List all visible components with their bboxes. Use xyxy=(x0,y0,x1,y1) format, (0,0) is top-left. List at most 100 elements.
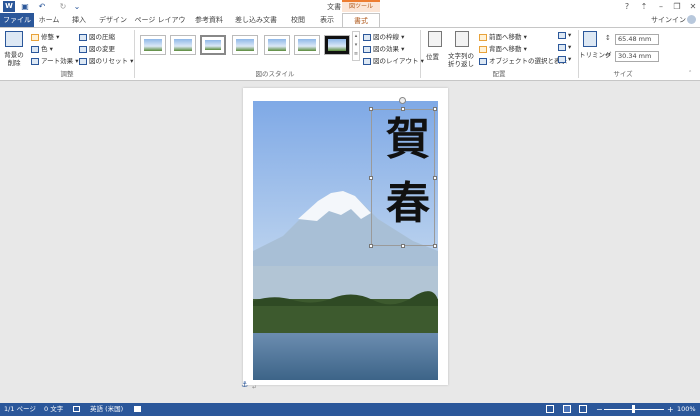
align-button[interactable]: ▾ xyxy=(558,31,571,39)
zoom-in-button[interactable]: + xyxy=(667,403,674,416)
picture-styles-group-label: 図のスタイル xyxy=(255,70,295,78)
zoom-level[interactable]: 100% xyxy=(677,403,696,416)
color-label: 色 xyxy=(41,45,48,53)
tab-insert[interactable]: 挿入 xyxy=(67,13,91,27)
compress-icon xyxy=(79,33,87,41)
web-layout-icon[interactable] xyxy=(579,405,587,413)
selection-pane-button[interactable]: オブジェクトの選択と表示 xyxy=(479,55,567,65)
compress-label: 図の圧縮 xyxy=(89,33,115,41)
wrap-text-label-2[interactable]: 折り返し xyxy=(448,58,474,68)
picture-border-icon xyxy=(363,33,371,41)
send-backward-icon xyxy=(479,45,487,53)
tab-mailings[interactable]: 差し込み文書 xyxy=(231,13,281,27)
tab-file[interactable]: ファイル xyxy=(0,13,34,27)
rotate-button[interactable]: ▾ xyxy=(558,55,571,63)
tab-format[interactable]: 書式 xyxy=(342,13,380,27)
restore-button[interactable]: ❐ xyxy=(670,0,684,13)
resize-handle[interactable] xyxy=(401,107,405,111)
picture-effects-icon xyxy=(363,45,371,53)
help-button[interactable]: ? xyxy=(620,0,634,13)
send-backward-label: 背面へ移動 xyxy=(489,45,522,53)
resize-handle[interactable] xyxy=(433,176,437,180)
width-icon: ↔ xyxy=(605,51,611,59)
bring-forward-icon xyxy=(479,33,487,41)
send-backward-button[interactable]: 背面へ移動 ▾ xyxy=(479,43,527,53)
position-label[interactable]: 位置 xyxy=(426,51,439,61)
selected-image-frame[interactable] xyxy=(371,109,435,246)
macro-record-icon[interactable] xyxy=(134,406,141,412)
selection-pane-icon xyxy=(479,57,487,65)
color-icon xyxy=(31,45,39,53)
height-field[interactable]: 65.48 mm xyxy=(615,34,659,45)
user-avatar[interactable] xyxy=(687,15,696,24)
tab-references[interactable]: 参考資料 xyxy=(192,13,226,27)
tab-view[interactable]: 表示 xyxy=(315,13,339,27)
zoom-slider-thumb[interactable] xyxy=(632,405,635,413)
picture-style-2[interactable] xyxy=(170,35,196,55)
resize-handle[interactable] xyxy=(433,244,437,248)
anchor-icon: ⚓ xyxy=(241,380,249,389)
sun-icon xyxy=(31,33,39,41)
reset-icon xyxy=(79,57,87,65)
position-icon[interactable] xyxy=(428,31,442,47)
remove-background-icon[interactable] xyxy=(5,31,23,47)
page-count[interactable]: 1/1 ページ xyxy=(4,403,36,416)
tab-design[interactable]: デザイン xyxy=(97,13,129,27)
print-layout-icon[interactable] xyxy=(563,405,571,413)
zoom-out-button[interactable]: − xyxy=(596,403,603,416)
picture-style-3[interactable] xyxy=(200,35,226,55)
tab-page-layout[interactable]: ページ レイアウト xyxy=(134,13,186,38)
artistic-effects-icon xyxy=(31,57,39,65)
picture-style-1[interactable] xyxy=(140,35,166,55)
picture-style-6[interactable] xyxy=(294,35,320,55)
ribbon-display-options-button[interactable]: ⇡ xyxy=(637,0,651,13)
artistic-effects-button[interactable]: アート効果 ▾ xyxy=(31,55,78,65)
rotate-handle-icon[interactable] xyxy=(399,97,406,104)
context-tab-group-label: 図ツール xyxy=(342,0,380,12)
minimize-button[interactable]: – xyxy=(654,0,668,13)
corrections-label: 修整 xyxy=(41,33,54,41)
wrap-text-icon[interactable] xyxy=(455,31,469,47)
word-count[interactable]: 0 文字 xyxy=(44,403,63,416)
artistic-effects-label: アート効果 xyxy=(41,57,74,65)
resize-handle[interactable] xyxy=(401,244,405,248)
bring-forward-button[interactable]: 前面へ移動 ▾ xyxy=(479,31,527,41)
compress-pictures-button[interactable]: 図の圧縮 xyxy=(79,31,115,41)
style-gallery-scroll[interactable]: ▴ ▾ ≡ xyxy=(352,31,360,61)
width-field[interactable]: 30.34 mm xyxy=(615,51,659,62)
change-picture-button[interactable]: 図の変更 xyxy=(79,43,115,53)
close-button[interactable]: ✕ xyxy=(686,0,700,13)
picture-layout-button[interactable]: 図のレイアウト ▾ xyxy=(363,55,424,65)
resize-handle[interactable] xyxy=(369,107,373,111)
height-icon: ↕ xyxy=(605,34,611,42)
picture-layout-label: 図のレイアウト xyxy=(373,57,419,65)
resize-handle[interactable] xyxy=(433,107,437,111)
signin-link[interactable]: サインイン xyxy=(651,13,686,27)
language-status[interactable]: 英語 (米国) xyxy=(90,403,123,416)
corrections-button[interactable]: 修整 ▾ xyxy=(31,31,59,41)
picture-style-7[interactable] xyxy=(324,35,350,55)
crop-icon[interactable] xyxy=(583,31,597,47)
remove-background-label-2[interactable]: 削除 xyxy=(2,57,26,67)
reset-picture-button[interactable]: 図のリセット ▾ xyxy=(79,55,133,65)
tab-review[interactable]: 校閲 xyxy=(286,13,310,27)
change-picture-label: 図の変更 xyxy=(89,45,115,53)
size-group-label: サイズ xyxy=(613,70,633,78)
change-picture-icon xyxy=(79,45,87,53)
collapse-ribbon-icon[interactable]: ⌃ xyxy=(688,70,692,76)
color-button[interactable]: 色 ▾ xyxy=(31,43,53,53)
proofing-icon[interactable] xyxy=(73,406,80,412)
picture-style-5[interactable] xyxy=(264,35,290,55)
resize-handle[interactable] xyxy=(369,176,373,180)
resize-handle[interactable] xyxy=(369,244,373,248)
arrange-group-label: 配置 xyxy=(492,70,506,78)
tab-home[interactable]: ホーム xyxy=(37,13,61,27)
picture-style-4[interactable] xyxy=(232,35,258,55)
group-button[interactable]: ▾ xyxy=(558,43,571,51)
selection-pane-label: オブジェクトの選択と表示 xyxy=(489,57,567,65)
bring-forward-label: 前面へ移動 xyxy=(489,33,522,41)
picture-border-label: 図の枠線 xyxy=(373,33,399,41)
picture-border-button[interactable]: 図の枠線 ▾ xyxy=(363,31,404,41)
read-mode-icon[interactable] xyxy=(546,405,554,413)
picture-effects-button[interactable]: 図の効果 ▾ xyxy=(363,43,404,53)
